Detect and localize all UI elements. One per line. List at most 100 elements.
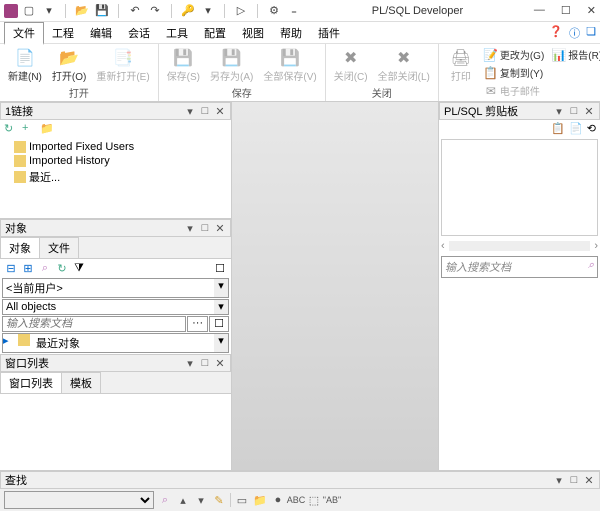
scroll-left-icon[interactable]: ‹ xyxy=(441,240,445,252)
qat-more-icon[interactable]: ₌ xyxy=(287,4,301,18)
find-combo[interactable] xyxy=(4,491,154,509)
about-icon[interactable]: ❏ xyxy=(586,25,596,41)
qat-redo-icon[interactable]: ↷ xyxy=(148,4,162,18)
tab-template[interactable]: 模板 xyxy=(61,372,101,393)
tab-icon[interactable]: ▭ xyxy=(235,493,249,507)
saveas-button[interactable]: 💾另存为(A) xyxy=(206,46,257,85)
print-button[interactable]: 🖨打印 xyxy=(443,46,479,85)
tree-item[interactable]: Imported Fixed Users xyxy=(4,140,227,154)
menu-plugin[interactable]: 插件 xyxy=(310,23,348,43)
search-icon[interactable]: ⌕ xyxy=(588,259,594,275)
new-button[interactable]: 📄新建(N) xyxy=(4,46,46,85)
chevron-down-icon[interactable]: ▾ xyxy=(214,300,228,314)
qat-open-icon[interactable]: 📂 xyxy=(75,4,89,18)
minimize-button[interactable]: — xyxy=(534,4,545,17)
tree-item[interactable]: Imported History xyxy=(4,154,227,168)
info-icon[interactable]: ⓘ xyxy=(569,25,580,41)
qat-new-icon[interactable]: ▢ xyxy=(22,4,36,18)
menu-edit[interactable]: 编辑 xyxy=(82,23,120,43)
chevron-down-icon[interactable]: ▾ xyxy=(214,279,228,297)
panel-menu-icon[interactable]: ▾ xyxy=(184,222,196,234)
reopen-icon: 📑 xyxy=(113,48,133,68)
menu-session[interactable]: 会话 xyxy=(120,23,158,43)
panel-close-icon[interactable]: ✕ xyxy=(583,105,595,117)
expand-icon[interactable]: ⊞ xyxy=(21,261,35,275)
panel-max-icon[interactable]: □ xyxy=(199,357,211,369)
objects-search-input[interactable] xyxy=(2,316,186,332)
panel-menu-icon[interactable]: ▾ xyxy=(184,357,196,369)
user-combo[interactable]: <当前用户>▾ xyxy=(2,278,229,298)
panel-menu-icon[interactable]: ▾ xyxy=(184,105,196,117)
clipboard-search[interactable]: 输入搜索文档 ⌕ xyxy=(441,256,598,278)
case-icon[interactable]: ● xyxy=(271,493,285,507)
menu-tools[interactable]: 工具 xyxy=(158,23,196,43)
find-icon[interactable]: ⌕ xyxy=(158,493,172,507)
menu-project[interactable]: 工程 xyxy=(44,23,82,43)
panel-close-icon[interactable]: ✕ xyxy=(214,222,226,234)
folder-icon[interactable]: 📁 xyxy=(40,122,54,136)
qat-dropdown-icon[interactable]: ▾ xyxy=(42,4,56,18)
menu-file[interactable]: 文件 xyxy=(4,22,44,45)
add-icon[interactable]: + xyxy=(22,122,36,136)
reopen-button[interactable]: 📑重新打开(E) xyxy=(92,46,153,85)
panel-max-icon[interactable]: □ xyxy=(568,105,580,117)
folder-find-icon[interactable]: 📁 xyxy=(253,493,267,507)
tab-files[interactable]: 文件 xyxy=(39,237,79,258)
tab-windowlist[interactable]: 窗口列表 xyxy=(0,372,62,393)
scrollbar-track[interactable] xyxy=(449,241,591,251)
connections-tree[interactable]: Imported Fixed Users Imported History 最近… xyxy=(0,138,231,218)
qat-dropdown2-icon[interactable]: ▾ xyxy=(201,4,215,18)
filter-combo[interactable]: All objects▾ xyxy=(2,299,229,315)
refresh-icon[interactable]: ↻ xyxy=(4,122,18,136)
close-doc-button[interactable]: ✖关闭(C) xyxy=(330,46,372,85)
panel-max-icon[interactable]: □ xyxy=(199,222,211,234)
open-button[interactable]: 📂打开(O) xyxy=(48,46,90,85)
copyto-button[interactable]: 📋复制到(Y) xyxy=(481,64,547,81)
closeall-button[interactable]: ✖全部关闭(L) xyxy=(374,46,434,85)
tab-objects[interactable]: 对象 xyxy=(0,237,40,258)
maximize-button[interactable]: ☐ xyxy=(561,4,571,17)
menu-help[interactable]: 帮助 xyxy=(272,23,310,43)
find-prev-icon[interactable]: ▴ xyxy=(176,493,190,507)
panel-close-icon[interactable]: ✕ xyxy=(214,357,226,369)
search-toggle-button[interactable]: ☐ xyxy=(209,316,229,332)
qat-save-icon[interactable]: 💾 xyxy=(95,4,109,18)
menu-config[interactable]: 配置 xyxy=(196,23,234,43)
email-button[interactable]: ✉电子邮件 xyxy=(481,82,547,99)
clip-paste-icon[interactable]: 📄 xyxy=(569,122,583,135)
changeto-button[interactable]: 📝更改为(G) xyxy=(481,46,547,63)
scroll-right-icon[interactable]: › xyxy=(594,240,598,252)
chevron-down-icon[interactable]: ▾ xyxy=(214,334,228,352)
qat-run-icon[interactable]: ▷ xyxy=(234,4,248,18)
panel-max-icon[interactable]: □ xyxy=(199,105,211,117)
saveall-button[interactable]: 💾全部保存(V) xyxy=(259,46,320,85)
panel-menu-icon[interactable]: ▾ xyxy=(553,105,565,117)
abc-icon[interactable]: ABC xyxy=(289,493,303,507)
clip-clear-icon[interactable]: ⟲ xyxy=(587,122,596,135)
filter-icon[interactable]: ⧩ xyxy=(72,261,86,275)
recent-combo[interactable]: ▸最近对象▾ xyxy=(2,333,229,353)
find-icon[interactable]: ⌕ xyxy=(38,261,52,275)
qat-undo-icon[interactable]: ↶ xyxy=(128,4,142,18)
highlight-icon[interactable]: ✎ xyxy=(212,493,226,507)
panel-menu-icon[interactable]: ▾ xyxy=(553,474,565,486)
panel-max-icon[interactable]: □ xyxy=(568,474,580,486)
find-next-icon[interactable]: ▾ xyxy=(194,493,208,507)
menu-view[interactable]: 视图 xyxy=(234,23,272,43)
collapse-icon[interactable]: ⊟ xyxy=(4,261,18,275)
qat-key-icon[interactable]: 🔑 xyxy=(181,4,195,18)
clip-copy-icon[interactable]: 📋 xyxy=(551,122,565,135)
qat-settings-icon[interactable]: ⚙ xyxy=(267,4,281,18)
help-icon[interactable]: ❓ xyxy=(549,25,563,41)
close-button[interactable]: ✕ xyxy=(587,4,596,17)
panel-close-icon[interactable]: ✕ xyxy=(583,474,595,486)
panel-close-icon[interactable]: ✕ xyxy=(214,105,226,117)
save-button[interactable]: 💾保存(S) xyxy=(163,46,204,85)
regex-icon[interactable]: ⬚ xyxy=(307,493,321,507)
refresh-icon[interactable]: ↻ xyxy=(55,261,69,275)
search-more-button[interactable]: ··· xyxy=(187,316,208,332)
word-icon[interactable]: "AB" xyxy=(325,493,339,507)
report-button[interactable]: 📊报告(R) xyxy=(549,46,600,63)
tree-item[interactable]: 最近... xyxy=(4,168,227,186)
toggle-icon[interactable]: ☐ xyxy=(213,261,227,275)
